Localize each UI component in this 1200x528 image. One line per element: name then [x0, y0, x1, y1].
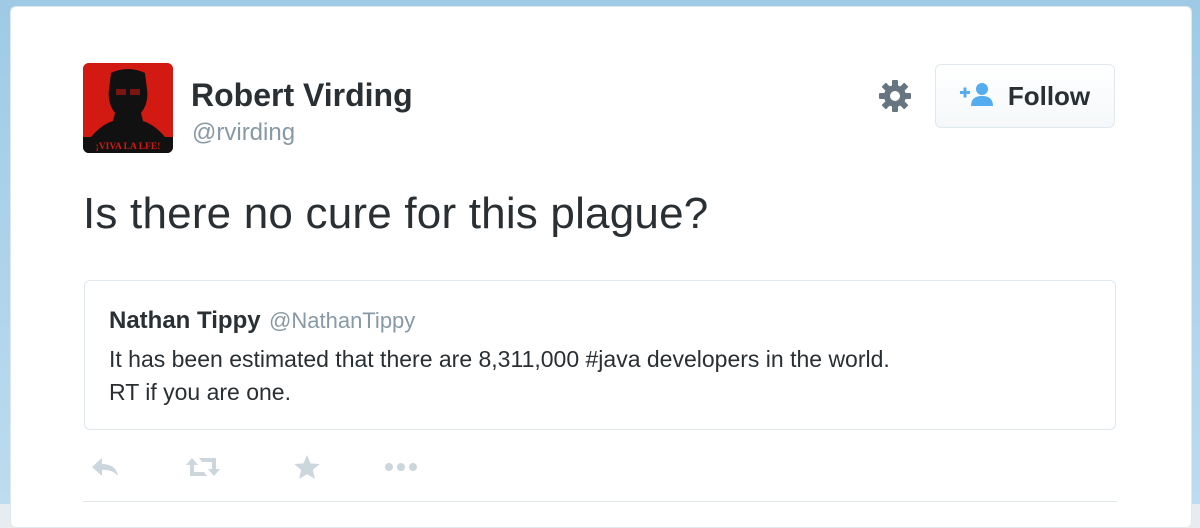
reply-icon[interactable] [83, 447, 127, 487]
tweet-text: Is there no cure for this plague? [83, 189, 709, 238]
retweet-icon[interactable] [181, 447, 225, 487]
quoted-author-name: Nathan Tippy [109, 307, 261, 334]
follow-button[interactable]: Follow [935, 64, 1115, 128]
quoted-tweet-header: Nathan Tippy @NathanTippy [109, 307, 415, 335]
author-display-name[interactable]: Robert Virding [191, 77, 413, 114]
author-username[interactable]: @rvirding [192, 119, 295, 147]
avatar[interactable]: ¡VIVA LA LFE! [83, 63, 173, 153]
avatar-caption: ¡VIVA LA LFE! [96, 142, 161, 152]
divider [83, 501, 1117, 502]
favorite-icon[interactable] [285, 447, 329, 487]
avatar-image: ¡VIVA LA LFE! [83, 63, 173, 153]
quoted-tweet[interactable]: Nathan Tippy @NathanTippy It has been es… [84, 280, 1116, 430]
tweet-card: ¡VIVA LA LFE! Robert Virding @rvirding F… [10, 6, 1192, 528]
follow-label: Follow [1007, 80, 1091, 111]
add-user-icon [959, 81, 994, 112]
more-icon[interactable] [379, 447, 423, 487]
quoted-tweet-line: RT if you are one. [109, 379, 291, 405]
gear-icon[interactable] [877, 78, 913, 114]
quoted-author-handle: @NathanTippy [269, 308, 416, 333]
quoted-tweet-text: It has been estimated that there are 8,3… [109, 343, 1099, 409]
quoted-tweet-line: It has been estimated that there are 8,3… [109, 346, 890, 372]
